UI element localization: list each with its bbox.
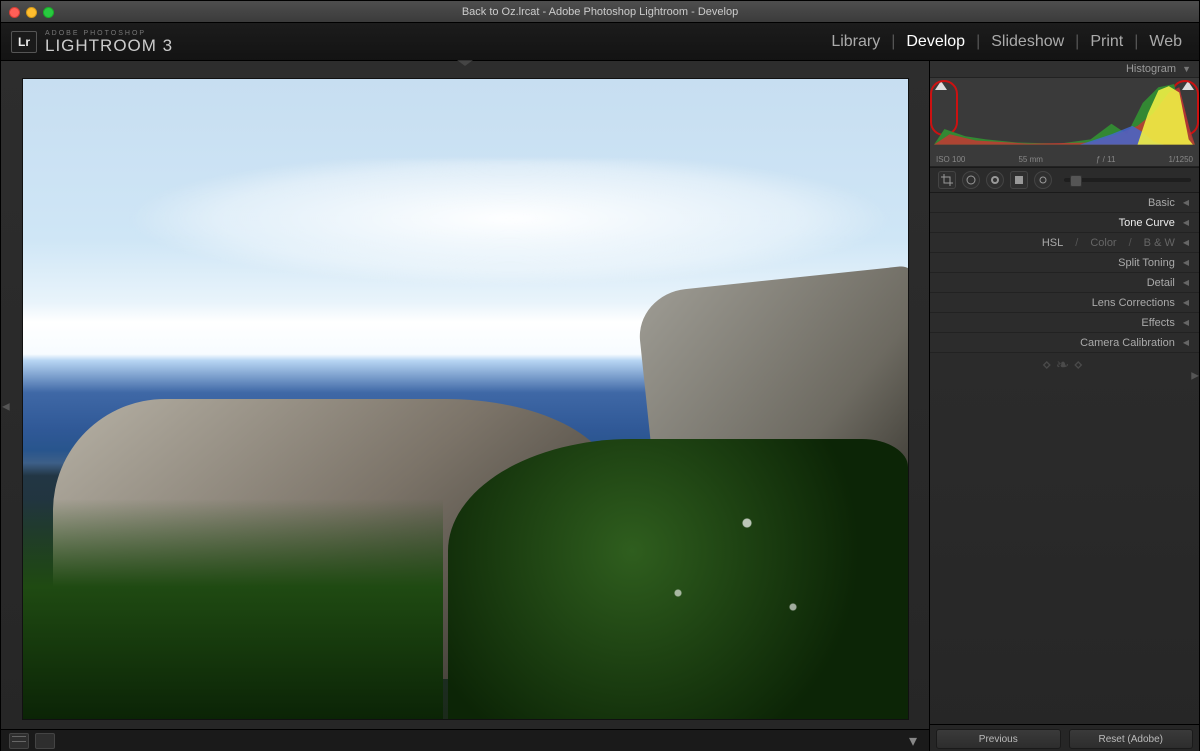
section-lens-corrections[interactable]: Lens Corrections ◀ [930, 293, 1199, 313]
module-slideshow[interactable]: Slideshow [988, 33, 1067, 51]
module-library[interactable]: Library [828, 33, 883, 51]
zoom-window-button[interactable] [43, 7, 54, 18]
spot-removal-tool-icon[interactable] [962, 171, 980, 189]
brush-size-slider[interactable] [1064, 178, 1191, 182]
histogram-graph [934, 82, 1195, 145]
collapse-triangle-icon: ◀ [1183, 258, 1189, 267]
module-print[interactable]: Print [1087, 33, 1126, 51]
grid-view-button[interactable] [9, 733, 29, 749]
collapse-triangle-icon: ◀ [1183, 238, 1189, 247]
histogram-label: Histogram [1126, 63, 1176, 75]
app-header: Lr ADOBE PHOTOSHOP LIGHTROOM 3 Library| … [1, 23, 1199, 61]
section-label: Detail [1147, 277, 1175, 289]
graduated-filter-tool-icon[interactable] [1010, 171, 1028, 189]
top-panel-toggle-icon[interactable] [457, 60, 473, 66]
collapse-triangle-icon: ◀ [1183, 318, 1189, 327]
filmstrip-bar: ▾ [1, 729, 929, 751]
window-controls [9, 7, 54, 18]
adjustment-brush-tool-icon[interactable] [1034, 171, 1052, 189]
module-picker: Library| Develop| Slideshow| Print| Web [828, 33, 1185, 51]
section-detail[interactable]: Detail ◀ [930, 273, 1199, 293]
workspace: ◀ ▾ ▶ Histogram ▼ [1, 61, 1199, 751]
section-bw-part[interactable]: B & W [1144, 237, 1175, 249]
collapse-triangle-icon: ▼ [1182, 64, 1191, 74]
histogram-meta: ISO 100 55 mm ƒ / 11 1/1250 [936, 155, 1193, 164]
right-panel: ▶ Histogram ▼ ISO 100 55 mm ƒ / 11 1/125… [929, 61, 1199, 751]
section-effects[interactable]: Effects ◀ [930, 313, 1199, 333]
exif-aperture: ƒ / 11 [1096, 155, 1115, 164]
section-split-toning[interactable]: Split Toning ◀ [930, 253, 1199, 273]
section-label: Basic [1148, 197, 1175, 209]
mac-titlebar: Back to Oz.lrcat - Adobe Photoshop Light… [1, 1, 1199, 23]
collapse-triangle-icon: ◀ [1183, 278, 1189, 287]
window-title: Back to Oz.lrcat - Adobe Photoshop Light… [1, 6, 1199, 18]
left-panel-toggle-icon[interactable]: ◀ [2, 401, 10, 412]
redeye-tool-icon[interactable] [986, 171, 1004, 189]
filmstrip-filter-dropdown-icon[interactable]: ▾ [905, 733, 921, 749]
section-hsl-color-bw[interactable]: HSL/ Color/ B & W ◀ [930, 233, 1199, 253]
exif-iso: ISO 100 [936, 155, 965, 164]
reset-button[interactable]: Reset (Adobe) [1069, 729, 1194, 749]
secondary-display-button[interactable] [35, 733, 55, 749]
photo-preview[interactable] [23, 79, 908, 719]
section-basic[interactable]: Basic ◀ [930, 193, 1199, 213]
collapse-triangle-icon: ◀ [1183, 218, 1189, 227]
right-panel-toggle-icon[interactable]: ▶ [1191, 370, 1199, 381]
photo-grass-left [23, 499, 443, 719]
collapse-triangle-icon: ◀ [1183, 338, 1189, 347]
module-web[interactable]: Web [1146, 33, 1185, 51]
branding-text: ADOBE PHOTOSHOP LIGHTROOM 3 [45, 30, 173, 54]
minimize-window-button[interactable] [26, 7, 37, 18]
lightroom-logo-icon: Lr [11, 31, 37, 53]
section-label: Tone Curve [1119, 217, 1175, 229]
section-hsl-part[interactable]: HSL [1042, 237, 1063, 249]
section-label: Effects [1141, 317, 1174, 329]
section-label: Camera Calibration [1080, 337, 1175, 349]
section-tone-curve[interactable]: Tone Curve ◀ [930, 213, 1199, 233]
develop-toolstrip [930, 167, 1199, 193]
crop-tool-icon[interactable] [938, 171, 956, 189]
collapse-triangle-icon: ◀ [1183, 298, 1189, 307]
histogram-panel-header[interactable]: Histogram ▼ [930, 61, 1199, 77]
photo-bush-right [448, 439, 908, 719]
branding-block: Lr ADOBE PHOTOSHOP LIGHTROOM 3 [11, 30, 173, 54]
module-develop[interactable]: Develop [903, 33, 968, 51]
histogram-panel[interactable]: ISO 100 55 mm ƒ / 11 1/1250 [930, 77, 1199, 167]
section-color-part[interactable]: Color [1090, 237, 1116, 249]
section-camera-calibration[interactable]: Camera Calibration ◀ [930, 333, 1199, 353]
section-label: Split Toning [1118, 257, 1175, 269]
exif-shutter: 1/1250 [1169, 155, 1193, 164]
previous-button[interactable]: Previous [936, 729, 1061, 749]
close-window-button[interactable] [9, 7, 20, 18]
section-label: Lens Corrections [1092, 297, 1175, 309]
canvas-area: ◀ ▾ [1, 61, 929, 751]
collapse-triangle-icon: ◀ [1183, 198, 1189, 207]
right-panel-footer: Previous Reset (Adobe) [930, 724, 1199, 751]
panel-ornament-icon: ⋄❧⋄ [930, 353, 1199, 377]
branding-title: LIGHTROOM 3 [45, 37, 173, 54]
exif-focal: 55 mm [1018, 155, 1042, 164]
canvas-holder [1, 61, 929, 729]
